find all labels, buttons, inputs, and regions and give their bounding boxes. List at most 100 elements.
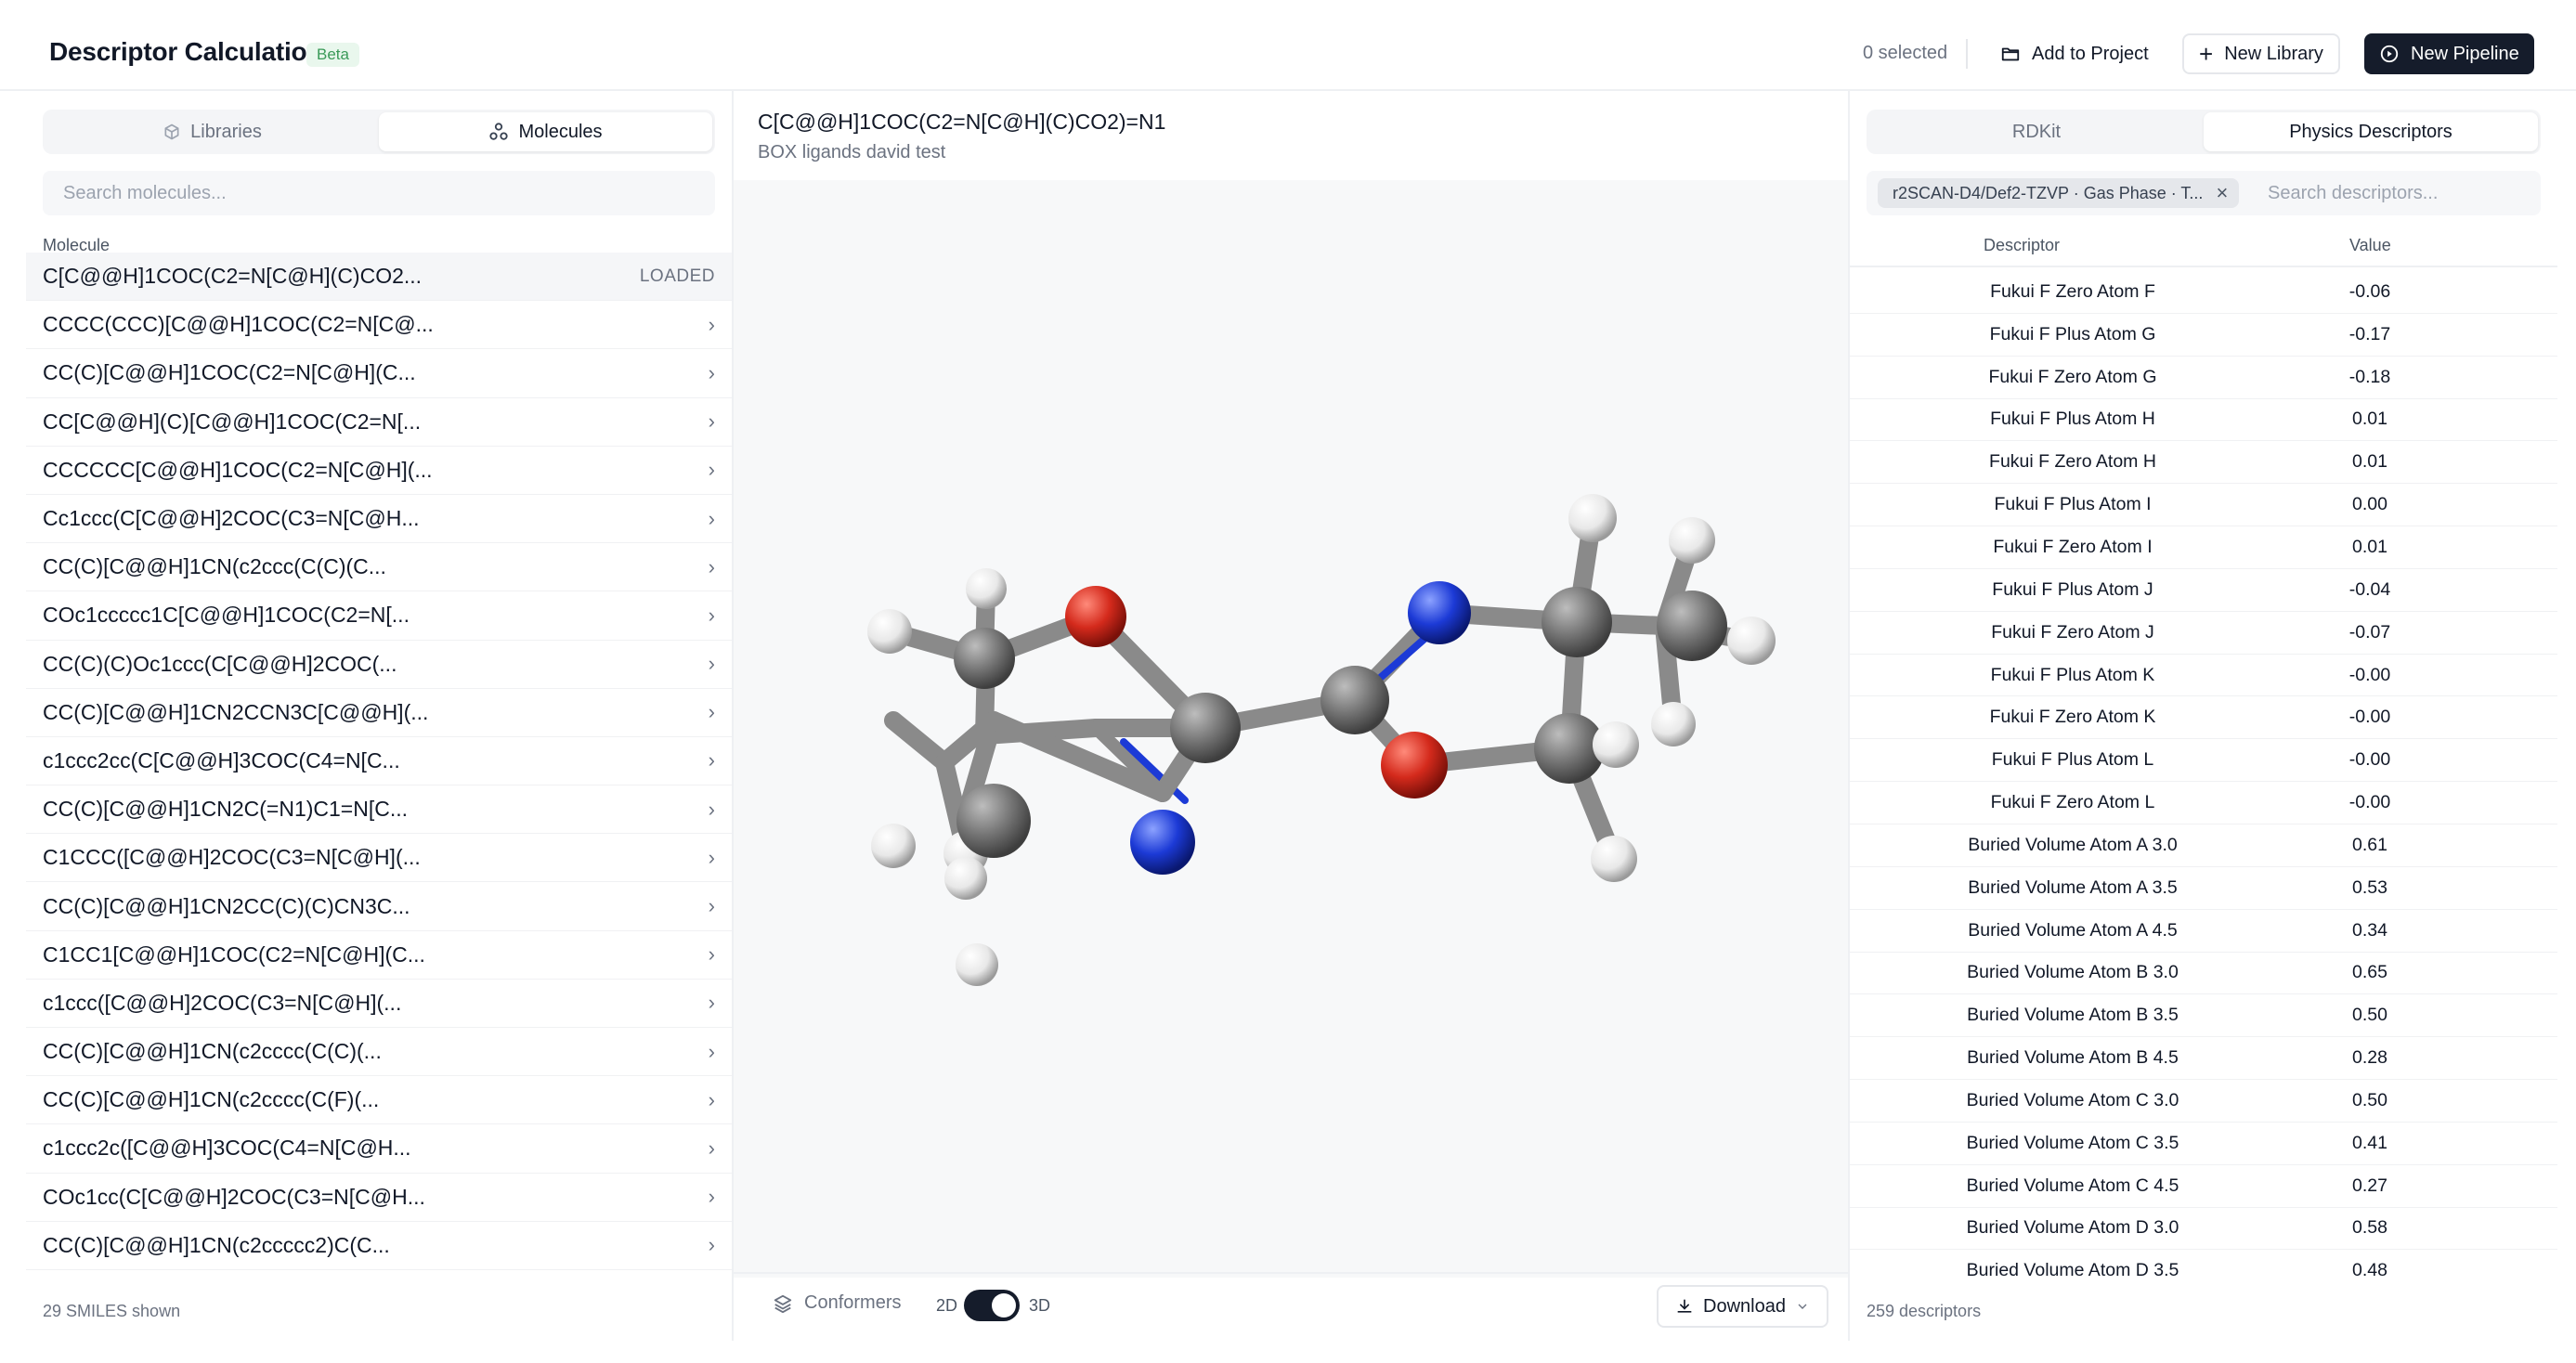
- molecule-row[interactable]: CC[C@@H](C)[C@@H]1COC(C2=N[... ›: [26, 398, 732, 447]
- descriptor-name: Fukui F Zero Atom G: [1988, 366, 2157, 387]
- descriptor-search-input[interactable]: [2266, 182, 2530, 205]
- descriptor-search: r2SCAN-D4/Def2-TZVP · Gas Phase · T... ×: [1867, 171, 2541, 215]
- molecule-row[interactable]: C1CC1[C@@H]1COC(C2=N[C@H](C... ›: [26, 931, 732, 980]
- molecule-row[interactable]: CC(C)[C@@H]1CN(c2ccccc2)C(C... ›: [26, 1222, 732, 1270]
- molecule-3d-viewer[interactable]: [734, 180, 1848, 1278]
- descriptor-row: Fukui F Plus Atom I 0.00: [1850, 484, 2557, 527]
- molecule-row[interactable]: CC(C)[C@@H]1CN2CCN3C[C@@H](... ›: [26, 689, 732, 737]
- left-tabs: Libraries Molecules: [43, 110, 715, 154]
- molecule-row[interactable]: CC(C)[C@@H]1CN(c2ccc(C(C)(C... ›: [26, 543, 732, 592]
- chevron-right-icon: ›: [708, 1136, 715, 1160]
- close-icon[interactable]: ×: [2216, 181, 2228, 205]
- molecule-row[interactable]: CC(C)[C@@H]1CN2C(=N1)C1=N[C... ›: [26, 785, 732, 835]
- tab-molecules[interactable]: Molecules: [379, 112, 712, 151]
- descriptor-value: 0.61: [2352, 834, 2387, 855]
- chevron-right-icon: ›: [708, 942, 715, 967]
- descriptor-row: Fukui F Plus Atom L -0.00: [1850, 739, 2557, 783]
- hydrogen-atom: [1591, 836, 1637, 882]
- molecule-smiles: CC(C)[C@@H]1CN2CC(C)(C)CN3C...: [43, 893, 410, 918]
- descriptor-row: Buried Volume Atom C 3.0 0.50: [1850, 1080, 2557, 1123]
- chevron-right-icon: ›: [708, 409, 715, 434]
- view-mode-toggle[interactable]: [964, 1290, 1020, 1321]
- molecule-smiles: C1CCC([C@@H]2COC(C3=N[C@H](...: [43, 845, 421, 870]
- molecule-row-selected[interactable]: C[C@@H]1COC(C2=N[C@H](C)CO2... LOADED: [26, 253, 732, 302]
- chevron-right-icon: ›: [708, 603, 715, 627]
- chevron-right-icon: ›: [708, 1185, 715, 1209]
- molecule-row[interactable]: COc1ccccc1C[C@@H]1COC(C2=N[... ›: [26, 591, 732, 641]
- nitrogen-atom: [1130, 810, 1195, 875]
- molecule-smiles: CCCC(CCC)[C@@H]1COC(C2=N[C@...: [43, 312, 434, 337]
- descriptor-name: Fukui F Plus Atom K: [1990, 664, 2155, 685]
- molecule-smiles: COc1ccccc1C[C@@H]1COC(C2=N[...: [43, 603, 410, 628]
- tab-physics-label: Physics Descriptors: [2289, 121, 2452, 142]
- descriptor-value: 0.65: [2352, 962, 2387, 983]
- molecule-row[interactable]: CC(C)[C@@H]1COC(C2=N[C@H](C... ›: [26, 349, 732, 398]
- descriptor-row: Fukui F Zero Atom L -0.00: [1850, 782, 2557, 824]
- descriptor-name: Buried Volume Atom A 3.0: [1968, 834, 2178, 855]
- molecule-row[interactable]: CC(C)[C@@H]1CN(c2cccc(C(F)(... ›: [26, 1076, 732, 1125]
- chevron-right-icon: ›: [708, 554, 715, 578]
- new-pipeline-button[interactable]: New Pipeline: [2364, 33, 2534, 74]
- hydrogen-atom: [1727, 617, 1776, 665]
- toggle-knob: [992, 1293, 1016, 1318]
- molecule-row[interactable]: c1ccc2cc(C[C@@H]3COC(C4=N[C... ›: [26, 737, 732, 786]
- descriptor-name: Fukui F Plus Atom I: [1994, 494, 2152, 515]
- descriptor-name: Fukui F Zero Atom F: [1990, 280, 2155, 302]
- molecule-row[interactable]: CC(C)[C@@H]1CN2CC(C)(C)CN3C... ›: [26, 882, 732, 931]
- tab-libraries[interactable]: Libraries: [46, 112, 379, 151]
- chevron-right-icon: ›: [708, 652, 715, 676]
- plus-icon: +: [2199, 40, 2214, 68]
- descriptor-name: Fukui F Zero Atom I: [1993, 536, 2153, 557]
- molecule-row[interactable]: CC(C)[C@@H]1CN(c2cccc(C(C)(... ›: [26, 1028, 732, 1077]
- molecule-row[interactable]: Cc1ccc(C[C@@H]2COC(C3=N[C@H... ›: [26, 495, 732, 544]
- molecule-smiles: CC(C)[C@@H]1COC(C2=N[C@H](C...: [43, 360, 416, 385]
- toggle-3d-label: 3D: [1029, 1296, 1051, 1315]
- add-to-project-label: Add to Project: [2032, 43, 2149, 64]
- conformers-label: Conformers: [804, 1292, 902, 1313]
- descriptor-value: -0.18: [2348, 366, 2391, 387]
- tab-rdkit[interactable]: RDKit: [1869, 112, 2204, 151]
- descriptor-row: Fukui F Zero Atom K -0.00: [1850, 696, 2557, 740]
- loaded-status: LOADED: [639, 266, 715, 286]
- hydrogen-atom: [871, 824, 916, 868]
- molecule-smiles: c1ccc2c([C@@H]3COC(C4=N[C@H...: [43, 1136, 411, 1161]
- oxygen-atom: [1065, 586, 1126, 647]
- hydrogen-atom: [867, 609, 912, 654]
- tab-physics-descriptors[interactable]: Physics Descriptors: [2204, 112, 2538, 151]
- molecule-row[interactable]: C1CCC([C@@H]2COC(C3=N[C@H](... ›: [26, 834, 732, 883]
- molecule-search-input[interactable]: [61, 181, 696, 205]
- descriptor-value: 0.50: [2352, 1005, 2387, 1026]
- molecule-row[interactable]: COc1cc(C[C@@H]2COC(C3=N[C@H... ›: [26, 1174, 732, 1222]
- current-library: BOX ligands david test: [758, 142, 946, 162]
- descriptor-value: 0.00: [2352, 494, 2387, 515]
- molecule-row[interactable]: c1ccc([C@@H]2COC(C3=N[C@H](... ›: [26, 980, 732, 1028]
- descriptor-row: Buried Volume Atom D 3.0 0.58: [1850, 1208, 2557, 1251]
- add-to-project-button[interactable]: Add to Project: [1985, 33, 2164, 74]
- molecule-row[interactable]: c1ccc2c([C@@H]3COC(C4=N[C@H... ›: [26, 1124, 732, 1174]
- chevron-down-icon: [1798, 1304, 1807, 1309]
- chevron-right-icon: ›: [708, 845, 715, 869]
- conformers-button[interactable]: Conformers: [773, 1292, 901, 1314]
- molecule-smiles: C[C@@H]1COC(C2=N[C@H](C)CO2...: [43, 264, 423, 289]
- chevron-right-icon: ›: [708, 748, 715, 772]
- molecule-smiles: Cc1ccc(C[C@@H]2COC(C3=N[C@H...: [43, 506, 420, 531]
- download-icon: [1677, 1299, 1692, 1313]
- viewer-footer: Conformers 2D 3D Download: [734, 1272, 1848, 1341]
- descriptor-name: Fukui F Zero Atom L: [1990, 792, 2155, 813]
- new-library-button[interactable]: + New Library: [2182, 33, 2340, 74]
- molecule-row[interactable]: CCCCCC[C@@H]1COC(C2=N[C@H](... ›: [26, 447, 732, 495]
- descriptor-value: 0.41: [2352, 1132, 2387, 1153]
- tab-rdkit-label: RDKit: [2011, 121, 2062, 142]
- descriptor-row: Buried Volume Atom B 3.0 0.65: [1850, 953, 2557, 995]
- download-label: Download: [1703, 1295, 1786, 1317]
- molecule-row[interactable]: CCCC(CCC)[C@@H]1COC(C2=N[C@... ›: [26, 301, 732, 350]
- smiles-count: 29 SMILES shown: [43, 1302, 181, 1320]
- filter-chip-label: r2SCAN-D4/Def2-TZVP · Gas Phase · T...: [1893, 183, 2204, 202]
- molecule-panel: Libraries Molecules Molecule C[C@@H]1COC…: [26, 91, 734, 1341]
- chevron-right-icon: ›: [708, 991, 715, 1015]
- descriptor-value: -0.06: [2348, 280, 2391, 302]
- method-filter-chip[interactable]: r2SCAN-D4/Def2-TZVP · Gas Phase · T... ×: [1878, 178, 2240, 208]
- play-circle-icon: [2380, 45, 2399, 63]
- molecule-row[interactable]: CC(C)(C)Oc1ccc(C[C@@H]2COC(... ›: [26, 641, 732, 689]
- download-button[interactable]: Download: [1657, 1285, 1828, 1328]
